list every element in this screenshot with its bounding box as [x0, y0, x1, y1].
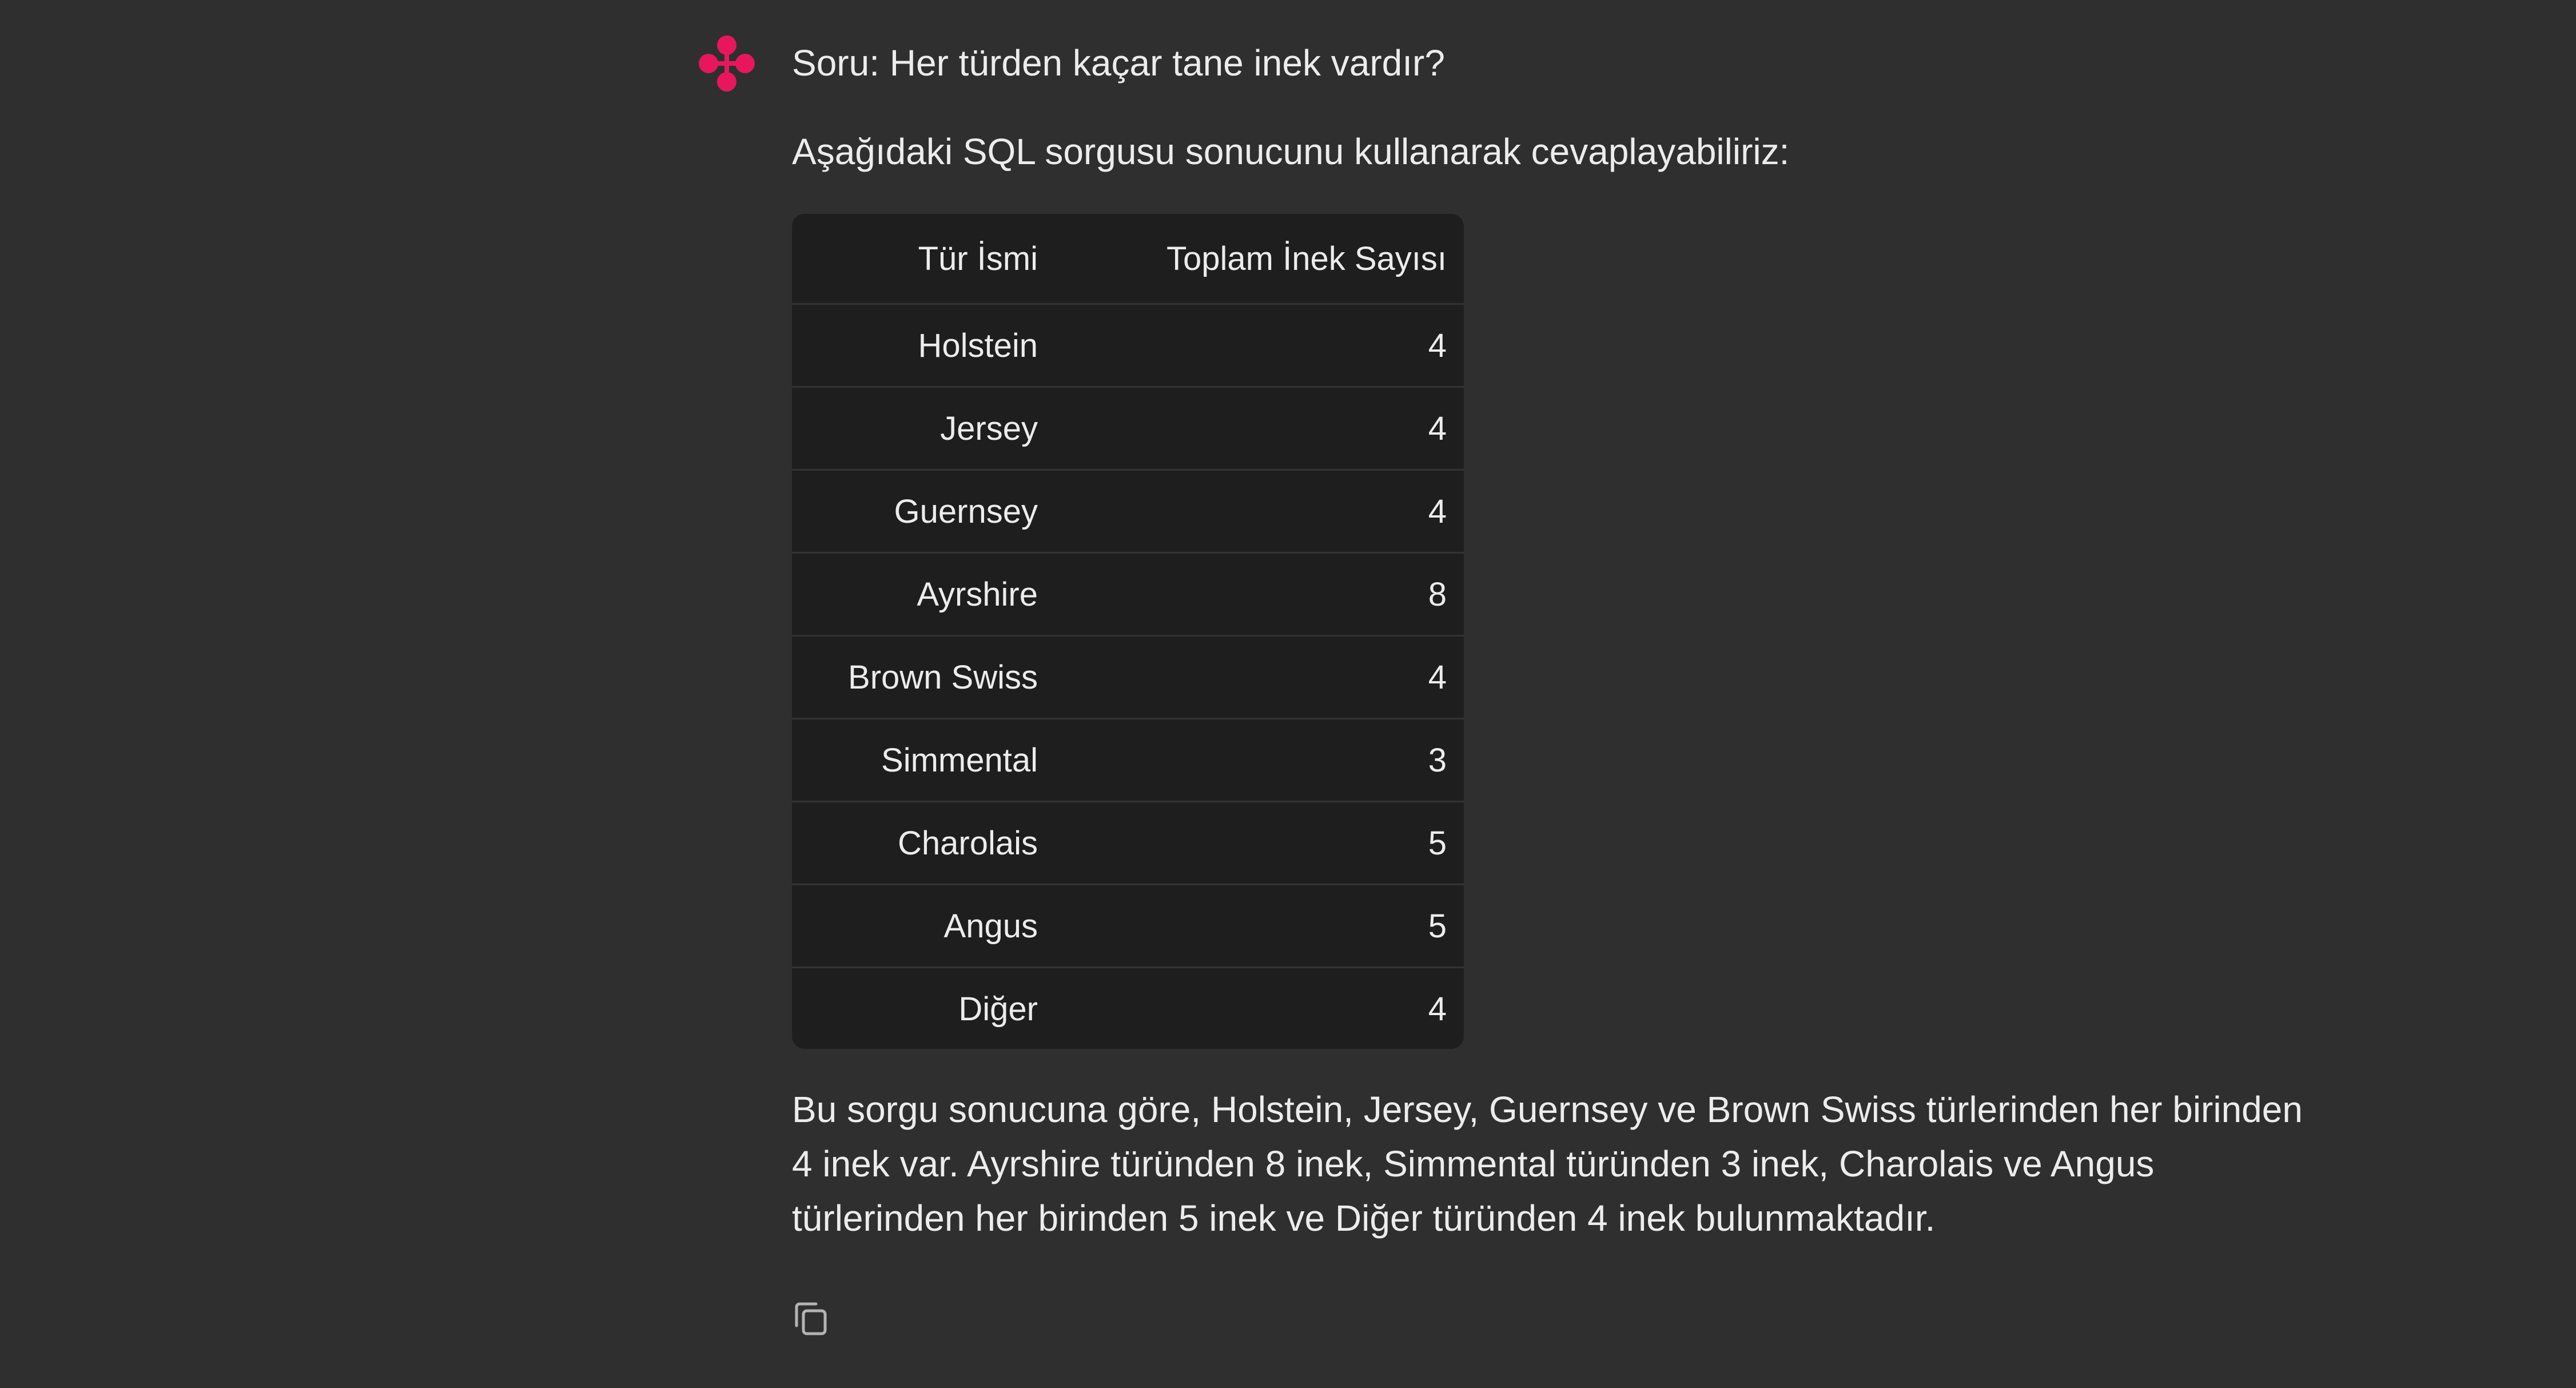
table-row: Charolais 5 [792, 801, 1464, 885]
table-row: Simmental 3 [792, 718, 1464, 802]
count-cell: 5 [1055, 884, 1464, 968]
table-row: Holstein 4 [792, 304, 1464, 388]
table-header-row: Tür İsmi Toplam İnek Sayısı [792, 214, 1464, 305]
breed-cell: Brown Swiss [792, 635, 1055, 719]
count-cell: 4 [1055, 635, 1464, 719]
result-table: Tür İsmi Toplam İnek Sayısı Holstein 4 J… [792, 214, 1464, 1049]
breed-cell: Charolais [792, 801, 1055, 885]
breed-cell: Jersey [792, 387, 1055, 471]
breed-cell: Holstein [792, 304, 1055, 388]
count-cell: 4 [1055, 387, 1464, 471]
table-row: Ayrshire 8 [792, 552, 1464, 637]
breed-cell: Guernsey [792, 470, 1055, 554]
breed-cell: Simmental [792, 718, 1055, 802]
count-cell: 4 [1055, 304, 1464, 388]
assistant-logo-icon [695, 31, 759, 96]
table-row: Guernsey 4 [792, 470, 1464, 554]
table-row: Angus 5 [792, 884, 1464, 968]
breed-cell: Ayrshire [792, 552, 1055, 637]
question-text: Soru: Her türden kaçar tane inek vardır? [792, 42, 1445, 83]
summary-text: Bu sorgu sonucuna göre, Holstein, Jersey… [792, 1089, 2303, 1239]
count-cell: 4 [1055, 470, 1464, 554]
breed-cell: Diğer [958, 990, 1038, 1028]
table-row: Jersey 4 [792, 387, 1464, 471]
count-cell: 8 [1055, 552, 1464, 637]
count-cell: 4 [1428, 990, 1447, 1028]
count-cell: 5 [1055, 801, 1464, 885]
column-header-count: Toplam İnek Sayısı [1055, 214, 1464, 305]
breed-cell: Angus [792, 884, 1055, 968]
intro-text: Aşağıdaki SQL sorgusu sonucunu kullanara… [792, 131, 1790, 172]
count-cell: 3 [1055, 718, 1464, 802]
table-row: Brown Swiss 4 [792, 635, 1464, 719]
column-header-breed: Tür İsmi [792, 214, 1055, 305]
table-row: Diğer 4 [792, 968, 1464, 1049]
copy-button[interactable] [791, 1299, 830, 1338]
copy-icon [795, 1302, 827, 1335]
